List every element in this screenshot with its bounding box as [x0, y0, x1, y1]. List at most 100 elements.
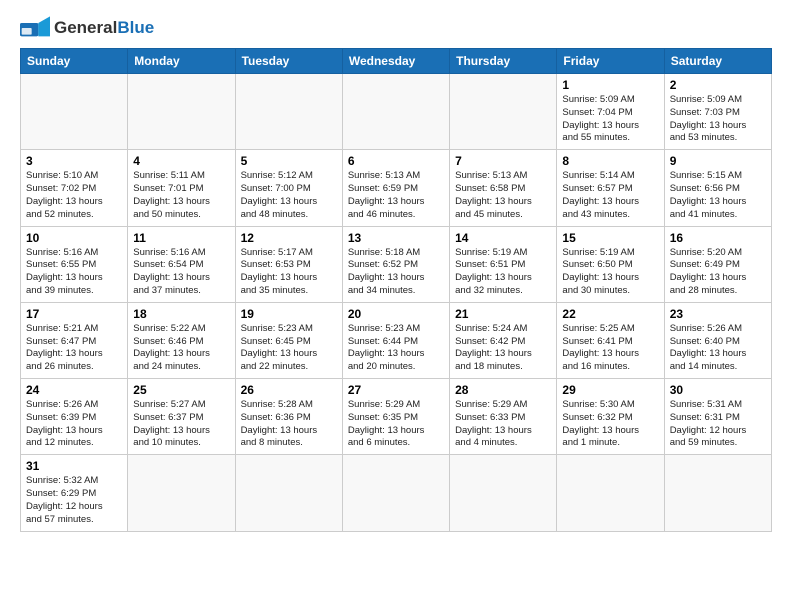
day-info: Sunrise: 5:32 AM Sunset: 6:29 PM Dayligh…	[26, 475, 122, 526]
calendar-cell: 31Sunrise: 5:32 AM Sunset: 6:29 PM Dayli…	[21, 455, 128, 531]
day-info: Sunrise: 5:14 AM Sunset: 6:57 PM Dayligh…	[562, 170, 658, 221]
calendar-cell	[342, 455, 449, 531]
day-info: Sunrise: 5:26 AM Sunset: 6:39 PM Dayligh…	[26, 399, 122, 450]
logo: GeneralBlue	[20, 16, 154, 40]
calendar-cell	[235, 455, 342, 531]
calendar-cell: 18 Sunrise: 5:22 AM Sunset: 6:46 PM Dayli…	[128, 302, 235, 378]
calendar-week-row: 1 Sunrise: 5:09 AM Sunset: 7:04 PM Daylig…	[21, 74, 772, 150]
day-number: 23	[670, 307, 766, 321]
day-number: 6	[348, 154, 444, 168]
calendar-cell	[128, 455, 235, 531]
calendar-cell	[342, 74, 449, 150]
calendar-cell: 16Sunrise: 5:20 AM Sunset: 6:49 PM Dayli…	[664, 226, 771, 302]
day-info: Sunrise: 5:21 AM Sunset: 6:47 PM Dayligh…	[26, 323, 122, 374]
calendar-cell: 30Sunrise: 5:31 AM Sunset: 6:31 PM Dayli…	[664, 379, 771, 455]
day-info: Sunrise: 5:19 AM Sunset: 6:50 PM Dayligh…	[562, 247, 658, 298]
calendar-cell: 7 Sunrise: 5:13 AM Sunset: 6:58 PM Daylig…	[450, 150, 557, 226]
calendar-cell: 20Sunrise: 5:23 AM Sunset: 6:44 PM Dayli…	[342, 302, 449, 378]
calendar-cell: 10 Sunrise: 5:16 AM Sunset: 6:55 PM Dayli…	[21, 226, 128, 302]
day-info: Sunrise: 5:09 AM Sunset: 7:03 PM Dayligh…	[670, 94, 766, 145]
calendar-cell	[450, 455, 557, 531]
day-number: 7	[455, 154, 551, 168]
day-info: Sunrise: 5:23 AM Sunset: 6:45 PM Dayligh…	[241, 323, 337, 374]
day-number: 22	[562, 307, 658, 321]
calendar-cell: 26 Sunrise: 5:28 AM Sunset: 6:36 PM Dayli…	[235, 379, 342, 455]
weekday-header-tuesday: Tuesday	[235, 49, 342, 74]
day-number: 24	[26, 383, 122, 397]
calendar-cell	[664, 455, 771, 531]
day-number: 29	[562, 383, 658, 397]
day-info: Sunrise: 5:16 AM Sunset: 6:55 PM Dayligh…	[26, 247, 122, 298]
calendar-week-row: 10 Sunrise: 5:16 AM Sunset: 6:55 PM Dayli…	[21, 226, 772, 302]
generalblue-logo-icon	[20, 16, 50, 40]
day-number: 19	[241, 307, 337, 321]
day-info: Sunrise: 5:13 AM Sunset: 6:59 PM Dayligh…	[348, 170, 444, 221]
day-info: Sunrise: 5:18 AM Sunset: 6:52 PM Dayligh…	[348, 247, 444, 298]
weekday-header-friday: Friday	[557, 49, 664, 74]
day-info: Sunrise: 5:30 AM Sunset: 6:32 PM Dayligh…	[562, 399, 658, 450]
day-info: Sunrise: 5:25 AM Sunset: 6:41 PM Dayligh…	[562, 323, 658, 374]
day-info: Sunrise: 5:12 AM Sunset: 7:00 PM Dayligh…	[241, 170, 337, 221]
calendar-cell: 13Sunrise: 5:18 AM Sunset: 6:52 PM Dayli…	[342, 226, 449, 302]
calendar-cell: 21 Sunrise: 5:24 AM Sunset: 6:42 PM Dayli…	[450, 302, 557, 378]
day-info: Sunrise: 5:09 AM Sunset: 7:04 PM Dayligh…	[562, 94, 658, 145]
calendar-cell: 29 Sunrise: 5:30 AM Sunset: 6:32 PM Dayli…	[557, 379, 664, 455]
calendar-cell: 3 Sunrise: 5:10 AM Sunset: 7:02 PM Daylig…	[21, 150, 128, 226]
day-number: 28	[455, 383, 551, 397]
day-number: 2	[670, 78, 766, 92]
day-number: 17	[26, 307, 122, 321]
day-info: Sunrise: 5:13 AM Sunset: 6:58 PM Dayligh…	[455, 170, 551, 221]
calendar-table: SundayMondayTuesdayWednesdayThursdayFrid…	[20, 48, 772, 532]
day-number: 21	[455, 307, 551, 321]
calendar-cell	[557, 455, 664, 531]
day-info: Sunrise: 5:10 AM Sunset: 7:02 PM Dayligh…	[26, 170, 122, 221]
header: GeneralBlue	[20, 16, 772, 40]
day-number: 12	[241, 231, 337, 245]
day-number: 8	[562, 154, 658, 168]
calendar-cell: 22 Sunrise: 5:25 AM Sunset: 6:41 PM Dayli…	[557, 302, 664, 378]
calendar-cell	[450, 74, 557, 150]
weekday-header-monday: Monday	[128, 49, 235, 74]
calendar-week-row: 3 Sunrise: 5:10 AM Sunset: 7:02 PM Daylig…	[21, 150, 772, 226]
calendar-cell: 12Sunrise: 5:17 AM Sunset: 6:53 PM Dayli…	[235, 226, 342, 302]
day-number: 9	[670, 154, 766, 168]
day-info: Sunrise: 5:28 AM Sunset: 6:36 PM Dayligh…	[241, 399, 337, 450]
page: GeneralBlue SundayMondayTuesdayWednesday…	[0, 0, 792, 612]
day-number: 26	[241, 383, 337, 397]
logo-text: GeneralBlue	[54, 18, 154, 38]
day-info: Sunrise: 5:19 AM Sunset: 6:51 PM Dayligh…	[455, 247, 551, 298]
day-info: Sunrise: 5:22 AM Sunset: 6:46 PM Dayligh…	[133, 323, 229, 374]
day-number: 18	[133, 307, 229, 321]
day-number: 1	[562, 78, 658, 92]
weekday-header-sunday: Sunday	[21, 49, 128, 74]
day-info: Sunrise: 5:24 AM Sunset: 6:42 PM Dayligh…	[455, 323, 551, 374]
day-number: 11	[133, 231, 229, 245]
calendar-cell: 5 Sunrise: 5:12 AM Sunset: 7:00 PM Daylig…	[235, 150, 342, 226]
calendar-cell	[21, 74, 128, 150]
calendar-cell: 23 Sunrise: 5:26 AM Sunset: 6:40 PM Dayli…	[664, 302, 771, 378]
calendar-cell: 28Sunrise: 5:29 AM Sunset: 6:33 PM Dayli…	[450, 379, 557, 455]
calendar-cell: 8 Sunrise: 5:14 AM Sunset: 6:57 PM Daylig…	[557, 150, 664, 226]
day-number: 20	[348, 307, 444, 321]
calendar-cell: 11 Sunrise: 5:16 AM Sunset: 6:54 PM Dayli…	[128, 226, 235, 302]
day-number: 5	[241, 154, 337, 168]
day-info: Sunrise: 5:11 AM Sunset: 7:01 PM Dayligh…	[133, 170, 229, 221]
calendar-cell: 24 Sunrise: 5:26 AM Sunset: 6:39 PM Dayli…	[21, 379, 128, 455]
day-number: 25	[133, 383, 229, 397]
day-info: Sunrise: 5:20 AM Sunset: 6:49 PM Dayligh…	[670, 247, 766, 298]
calendar-cell	[128, 74, 235, 150]
day-number: 4	[133, 154, 229, 168]
day-number: 10	[26, 231, 122, 245]
calendar-week-row: 24 Sunrise: 5:26 AM Sunset: 6:39 PM Dayli…	[21, 379, 772, 455]
day-number: 3	[26, 154, 122, 168]
weekday-header-row: SundayMondayTuesdayWednesdayThursdayFrid…	[21, 49, 772, 74]
calendar-cell: 19 Sunrise: 5:23 AM Sunset: 6:45 PM Dayli…	[235, 302, 342, 378]
day-info: Sunrise: 5:16 AM Sunset: 6:54 PM Dayligh…	[133, 247, 229, 298]
day-info: Sunrise: 5:26 AM Sunset: 6:40 PM Dayligh…	[670, 323, 766, 374]
calendar-cell: 9Sunrise: 5:15 AM Sunset: 6:56 PM Daylig…	[664, 150, 771, 226]
calendar-week-row: 17 Sunrise: 5:21 AM Sunset: 6:47 PM Dayli…	[21, 302, 772, 378]
calendar-cell: 1 Sunrise: 5:09 AM Sunset: 7:04 PM Daylig…	[557, 74, 664, 150]
weekday-header-thursday: Thursday	[450, 49, 557, 74]
calendar-cell: 17 Sunrise: 5:21 AM Sunset: 6:47 PM Dayli…	[21, 302, 128, 378]
calendar-cell: 25Sunrise: 5:27 AM Sunset: 6:37 PM Dayli…	[128, 379, 235, 455]
